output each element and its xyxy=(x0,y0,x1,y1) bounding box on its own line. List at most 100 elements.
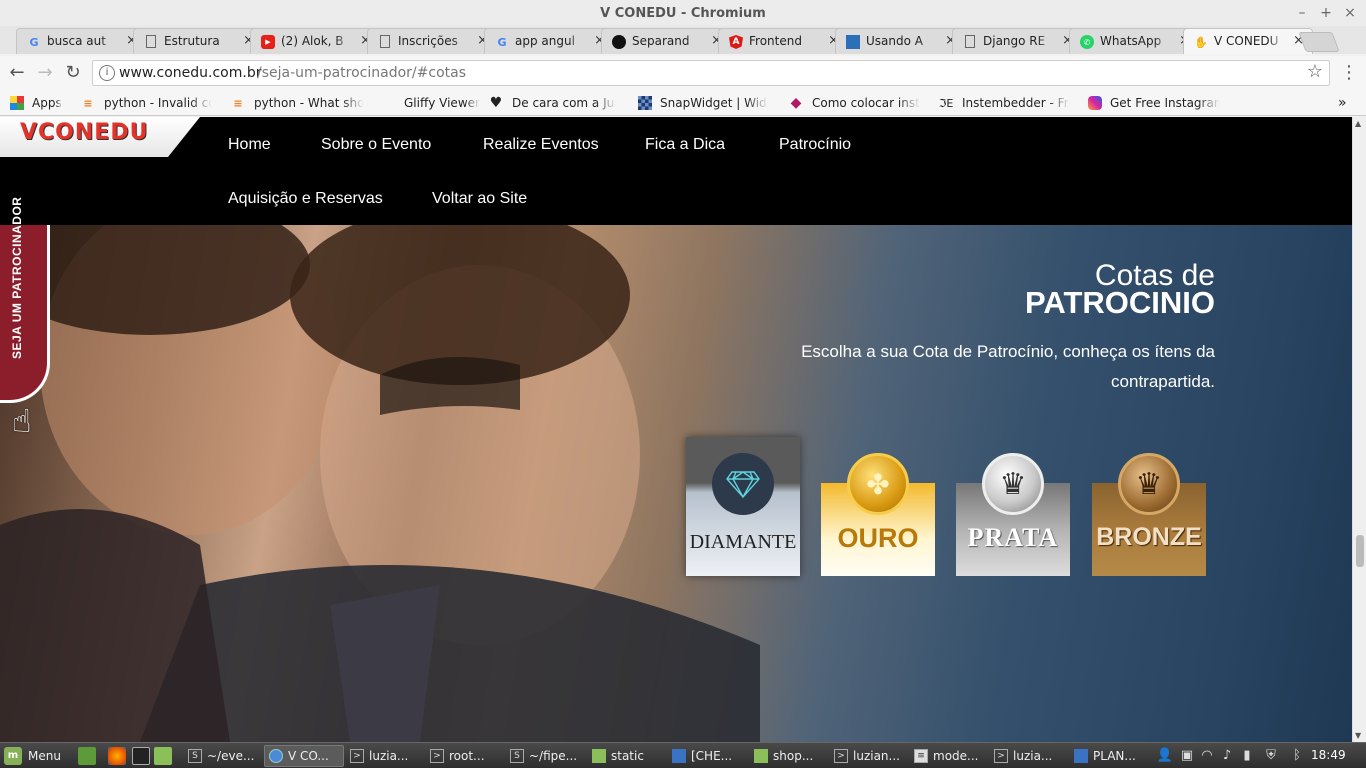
bookmark-star-icon[interactable]: ☆ xyxy=(1304,61,1326,83)
bookmark-instagram[interactable]: Get Free Instagram xyxy=(1088,94,1220,112)
task-shop[interactable]: shop... xyxy=(750,745,830,767)
chrome-menu-button[interactable]: ⋮ xyxy=(1338,62,1360,84)
tab-youtube[interactable]: ▶ (2) Alok, B × xyxy=(250,28,380,54)
page-scrollbar[interactable]: ▲ ▼ xyxy=(1352,117,1366,742)
task-label: mode... xyxy=(933,749,979,763)
cota-diamante-card[interactable]: DIAMANTE xyxy=(686,437,800,576)
system-taskbar: m Menu S ~/eve... V CO... > luzia... > root.… xyxy=(0,742,1366,768)
cota-label: BRONZE xyxy=(1096,523,1202,551)
tab-label: Usando A xyxy=(866,34,923,48)
maximize-button[interactable]: + xyxy=(1314,2,1338,24)
bookmark-como-colocar[interactable]: ◆ Como colocar insta xyxy=(788,94,920,112)
tab-label: Frontend xyxy=(749,34,802,48)
task-luzian[interactable]: > luzian... xyxy=(830,745,910,767)
bluetooth-icon[interactable]: ᛒ xyxy=(1288,747,1306,765)
task-che[interactable]: [CHE... xyxy=(668,745,748,767)
nav-aquisicao-e-reservas[interactable]: Aquisição e Reservas xyxy=(228,190,383,208)
task-root[interactable]: > root... xyxy=(426,745,506,767)
bookmark-apps[interactable]: Apps xyxy=(10,94,62,112)
task-luzia-1[interactable]: > luzia... xyxy=(346,745,426,767)
task-v-conedu[interactable]: V CO... xyxy=(264,745,344,767)
task-eve[interactable]: S ~/eve... xyxy=(184,745,264,767)
task-label: static xyxy=(611,749,644,763)
nav-realize-eventos[interactable]: Realize Eventos xyxy=(483,136,599,154)
cota-bronze-card[interactable]: ♛ BRONZE xyxy=(1092,453,1206,576)
firefox-icon[interactable] xyxy=(108,747,126,765)
reload-button[interactable]: ↻ xyxy=(62,62,84,84)
minimize-button[interactable]: – xyxy=(1290,2,1314,24)
back-button[interactable]: ← xyxy=(6,62,28,84)
terminal-icon[interactable] xyxy=(132,747,150,765)
tab-busca[interactable]: Gbusca aut × xyxy=(16,28,146,54)
tab-frontend[interactable]: A Frontend × xyxy=(718,28,848,54)
bookmarks-overflow-button[interactable]: » xyxy=(1338,94,1347,112)
tab-estrutura[interactable]: Estrutura × xyxy=(133,28,263,54)
snapwidget-icon xyxy=(638,96,652,110)
sponsor-side-tab[interactable] xyxy=(0,225,50,403)
nav-voltar-ao-site[interactable]: Voltar ao Site xyxy=(432,190,527,208)
bookmark-label: Get Free Instagram xyxy=(1110,96,1220,110)
tab-v-conedu[interactable]: ✋ V CONEDU × xyxy=(1183,28,1313,54)
tab-app-angular[interactable]: Gapp angul × xyxy=(484,28,614,54)
tab-inscricoes[interactable]: Inscrições × xyxy=(367,28,497,54)
bookmark-snapwidget[interactable]: SnapWidget | Widg xyxy=(638,94,768,112)
bookmarks-bar: Apps ≡ python - Invalid con ≡ python - Wha… xyxy=(0,90,1366,116)
cota-ouro-card[interactable]: ✤ OURO xyxy=(821,453,935,576)
close-window-button[interactable]: × xyxy=(1338,2,1362,24)
bookmark-label: Instembedder - Fre xyxy=(962,96,1070,110)
nav-fica-a-dica[interactable]: Fica a Dica xyxy=(645,136,725,154)
address-bar[interactable]: i www.conedu.com.br /seja-um-patrocinado… xyxy=(92,60,1330,86)
show-desktop-icon[interactable] xyxy=(78,747,96,765)
start-menu-button[interactable]: m Menu xyxy=(4,746,61,766)
task-static[interactable]: static xyxy=(588,745,668,767)
scroll-up-icon[interactable]: ▲ xyxy=(1355,119,1361,128)
nav-sobre-o-evento[interactable]: Sobre o Evento xyxy=(321,136,431,154)
user-icon[interactable]: 👤 xyxy=(1156,747,1174,765)
clock[interactable]: 18:49 xyxy=(1311,748,1346,762)
document-icon xyxy=(672,749,686,763)
page-icon xyxy=(146,35,156,48)
tab-whatsapp[interactable]: ✆WhatsApp× xyxy=(1069,28,1199,54)
forward-button[interactable]: → xyxy=(34,62,56,84)
bookmark-python-what[interactable]: ≡ python - What shoul xyxy=(230,94,364,112)
patrocinio-heading: PATROCINIO xyxy=(1024,285,1215,320)
task-label: luzia... xyxy=(1013,749,1053,763)
task-label: V CO... xyxy=(288,749,329,763)
tab-label: Separand xyxy=(632,34,690,48)
files-icon[interactable] xyxy=(154,747,172,765)
page-icon xyxy=(380,35,390,48)
bookmark-label: De cara com a Juh: xyxy=(512,96,616,110)
task-plan[interactable]: PLAN... xyxy=(1070,745,1150,767)
tab-usando[interactable]: Usando A × xyxy=(835,28,965,54)
cota-prata-card[interactable]: ♛ PRATA xyxy=(956,453,1070,576)
task-mode[interactable]: ≡ mode... xyxy=(910,745,990,767)
tab-separando[interactable]: Separand × xyxy=(601,28,731,54)
bookmark-python-invalid[interactable]: ≡ python - Invalid con xyxy=(80,94,212,112)
bookmark-instembedder[interactable]: ℑE Instembedder - Fre xyxy=(938,94,1070,112)
shield-icon[interactable]: ⛨ xyxy=(1262,747,1280,765)
cotas-subtitle: Escolha a sua Cota de Patrocínio, conheç… xyxy=(801,342,1215,391)
tab-label: (2) Alok, B xyxy=(281,34,344,48)
update-manager-icon[interactable]: ▣ xyxy=(1178,747,1196,765)
angular-icon: A xyxy=(729,35,743,49)
terminal-task-icon: > xyxy=(350,749,364,763)
site-info-icon[interactable]: i xyxy=(99,65,115,81)
new-tab-button[interactable] xyxy=(1298,32,1340,52)
google-icon: G xyxy=(29,35,39,49)
nav-patrocinio[interactable]: Patrocínio xyxy=(779,136,851,154)
tab-strip: Gbusca aut × Estrutura × ▶ (2) Alok, B × Ins… xyxy=(0,26,1366,54)
volume-icon[interactable]: ♪ xyxy=(1218,747,1236,765)
sponsor-side-tab-label: SEJA UM PATROCINADOR xyxy=(10,196,24,359)
battery-icon[interactable]: ▮ xyxy=(1238,747,1256,765)
tab-django[interactable]: Django RE × xyxy=(952,28,1082,54)
cube-icon xyxy=(846,35,860,49)
task-luzia-2[interactable]: > luzia... xyxy=(990,745,1070,767)
conedu-logo[interactable]: VCONEDU xyxy=(0,117,200,157)
bookmark-de-cara[interactable]: ♥ De cara com a Juh: xyxy=(488,94,616,112)
wifi-icon[interactable]: ◠ xyxy=(1198,747,1216,765)
task-fipe[interactable]: S ~/fipe... xyxy=(506,745,586,767)
bookmark-gliffy[interactable]: Gliffy Viewer xyxy=(380,94,480,112)
nav-home[interactable]: Home xyxy=(228,136,271,154)
scrollbar-thumb[interactable] xyxy=(1356,535,1364,567)
scroll-down-icon[interactable]: ▼ xyxy=(1355,731,1361,740)
